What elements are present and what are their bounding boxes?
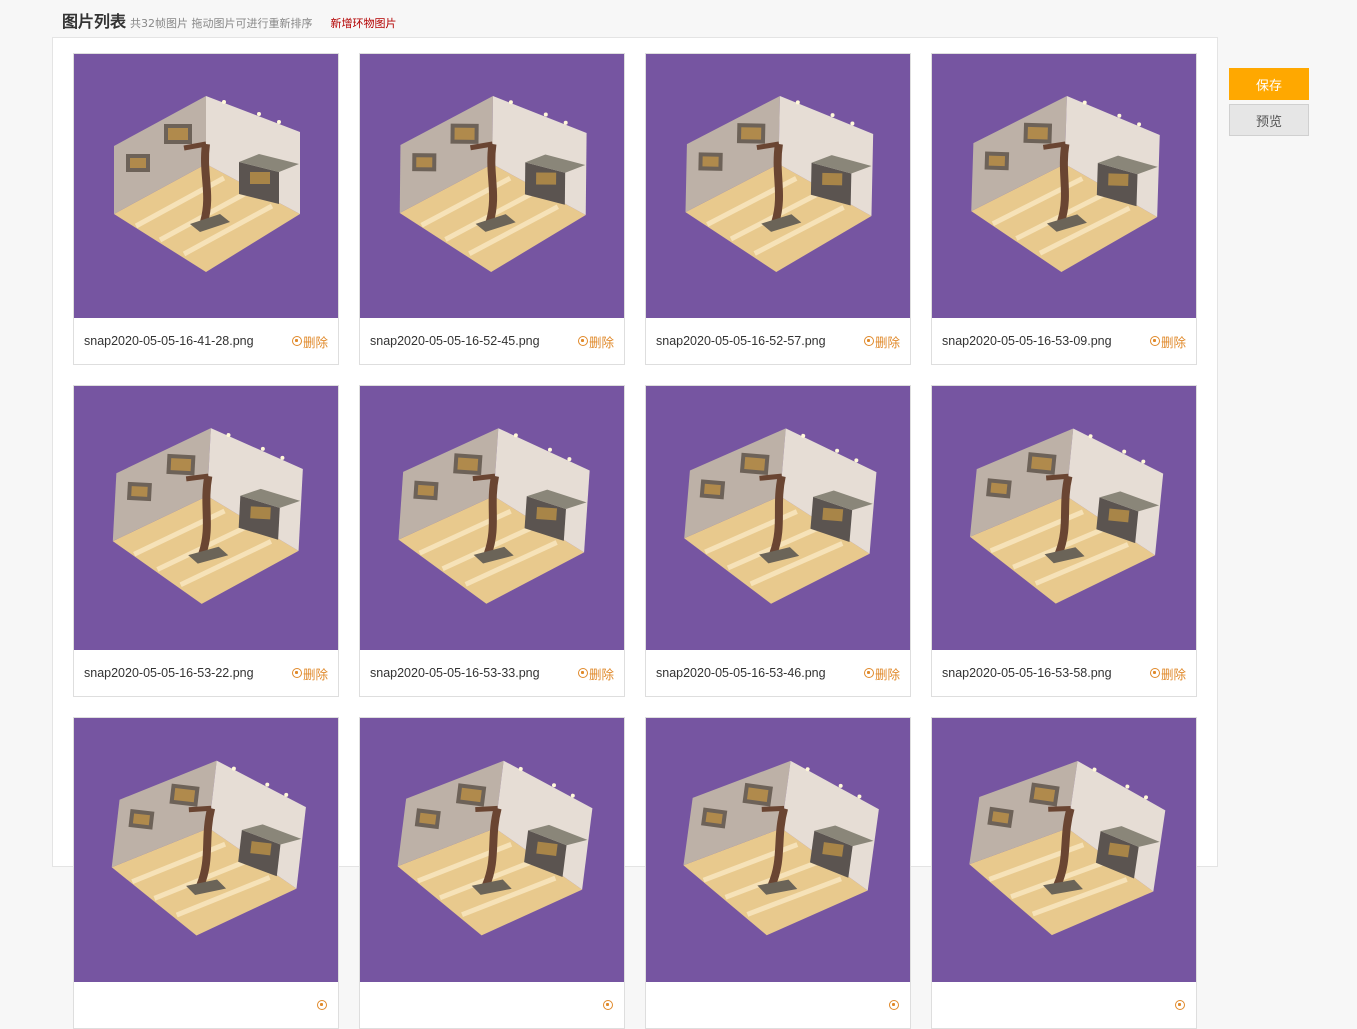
image-count-hint: 共32帧图片 拖动图片可进行重新排序 bbox=[130, 17, 313, 30]
delete-circle-icon bbox=[863, 668, 874, 678]
image-thumbnail[interactable] bbox=[646, 54, 910, 318]
image-filename: snap2020-05-05-16-52-57.png bbox=[656, 334, 826, 348]
room-render-image bbox=[114, 96, 300, 272]
room-render-image bbox=[398, 428, 590, 604]
image-card[interactable] bbox=[645, 717, 911, 1029]
delete-image-button[interactable]: 删除 bbox=[291, 664, 328, 683]
delete-circle-icon bbox=[1149, 336, 1160, 346]
delete-circle-icon bbox=[863, 336, 874, 346]
add-images-link[interactable]: 新增环物图片 bbox=[331, 15, 397, 31]
image-card[interactable] bbox=[359, 717, 625, 1029]
image-caption: snap2020-05-05-16-53-22.png 删除 bbox=[74, 650, 338, 696]
image-thumbnail[interactable] bbox=[360, 386, 624, 650]
delete-image-button[interactable] bbox=[1175, 1000, 1186, 1010]
delete-label: 删除 bbox=[1160, 334, 1186, 350]
room-render-image bbox=[112, 428, 303, 604]
delete-image-button[interactable] bbox=[889, 1000, 900, 1010]
delete-circle-icon bbox=[291, 336, 302, 346]
page-title: 图片列表 bbox=[62, 12, 127, 31]
delete-image-button[interactable] bbox=[317, 1000, 328, 1010]
image-filename: snap2020-05-05-16-53-33.png bbox=[370, 666, 540, 680]
image-list-panel: snap2020-05-05-16-41-28.png 删除 snap2020-… bbox=[52, 37, 1218, 1029]
image-filename: snap2020-05-05-16-53-22.png bbox=[84, 666, 254, 680]
image-caption bbox=[74, 982, 338, 1028]
image-caption: snap2020-05-05-16-53-09.png 删除 bbox=[932, 318, 1196, 364]
image-caption bbox=[360, 982, 624, 1028]
image-caption: snap2020-05-05-16-52-45.png 删除 bbox=[360, 318, 624, 364]
room-render-image bbox=[969, 428, 1164, 604]
image-card[interactable]: snap2020-05-05-16-52-57.png 删除 bbox=[645, 53, 911, 365]
image-caption: snap2020-05-05-16-53-46.png 删除 bbox=[646, 650, 910, 696]
image-grid: snap2020-05-05-16-41-28.png 删除 snap2020-… bbox=[73, 53, 1197, 1029]
image-caption bbox=[646, 982, 910, 1028]
image-card[interactable]: snap2020-05-05-16-52-45.png 删除 bbox=[359, 53, 625, 365]
image-thumbnail[interactable] bbox=[932, 718, 1196, 982]
delete-label: 删除 bbox=[588, 666, 614, 682]
page-header: 图片列表 共32帧图片 拖动图片可进行重新排序 新增环物图片 bbox=[62, 8, 397, 31]
image-card[interactable]: snap2020-05-05-16-41-28.png 删除 bbox=[73, 53, 339, 365]
delete-circle-icon bbox=[889, 1000, 899, 1010]
image-thumbnail[interactable] bbox=[932, 54, 1196, 318]
image-card[interactable]: snap2020-05-05-16-53-46.png 删除 bbox=[645, 385, 911, 697]
image-card[interactable]: snap2020-05-05-16-53-33.png 删除 bbox=[359, 385, 625, 697]
delete-circle-icon bbox=[1175, 1000, 1185, 1010]
room-render-image bbox=[684, 428, 877, 604]
image-thumbnail[interactable] bbox=[74, 386, 338, 650]
image-thumbnail[interactable] bbox=[74, 718, 338, 982]
room-render-image bbox=[685, 96, 874, 272]
image-caption: snap2020-05-05-16-53-33.png 删除 bbox=[360, 650, 624, 696]
room-render-image bbox=[399, 96, 587, 272]
save-button[interactable]: 保存 bbox=[1229, 68, 1309, 100]
image-thumbnail[interactable] bbox=[360, 54, 624, 318]
room-render-image bbox=[969, 760, 1166, 936]
image-caption: snap2020-05-05-16-41-28.png 删除 bbox=[74, 318, 338, 364]
delete-circle-icon bbox=[577, 668, 588, 678]
image-filename: snap2020-05-05-16-52-45.png bbox=[370, 334, 540, 348]
room-render-image bbox=[971, 96, 1160, 272]
image-filename: snap2020-05-05-16-53-58.png bbox=[942, 666, 1112, 680]
delete-circle-icon bbox=[291, 668, 302, 678]
delete-label: 删除 bbox=[874, 666, 900, 682]
delete-image-button[interactable]: 删除 bbox=[1149, 664, 1186, 683]
delete-image-button[interactable] bbox=[603, 1000, 614, 1010]
image-thumbnail[interactable] bbox=[646, 386, 910, 650]
delete-image-button[interactable]: 删除 bbox=[863, 332, 900, 351]
image-caption: snap2020-05-05-16-53-58.png 删除 bbox=[932, 650, 1196, 696]
image-card[interactable] bbox=[931, 717, 1197, 1029]
delete-image-button[interactable]: 删除 bbox=[577, 664, 614, 683]
room-render-image bbox=[683, 760, 879, 936]
delete-label: 删除 bbox=[302, 666, 328, 682]
delete-circle-icon bbox=[1149, 668, 1160, 678]
delete-circle-icon bbox=[603, 1000, 613, 1010]
delete-label: 删除 bbox=[588, 334, 614, 350]
image-thumbnail[interactable] bbox=[74, 54, 338, 318]
room-render-image bbox=[111, 760, 306, 936]
delete-image-button[interactable]: 删除 bbox=[1149, 332, 1186, 351]
delete-label: 删除 bbox=[1160, 666, 1186, 682]
delete-label: 删除 bbox=[874, 334, 900, 350]
image-card[interactable] bbox=[73, 717, 339, 1029]
delete-circle-icon bbox=[577, 336, 588, 346]
room-render-image bbox=[397, 760, 593, 936]
delete-image-button[interactable]: 删除 bbox=[291, 332, 328, 351]
image-card[interactable]: snap2020-05-05-16-53-22.png 删除 bbox=[73, 385, 339, 697]
image-caption bbox=[932, 982, 1196, 1028]
delete-image-button[interactable]: 删除 bbox=[577, 332, 614, 351]
delete-image-button[interactable]: 删除 bbox=[863, 664, 900, 683]
image-filename: snap2020-05-05-16-41-28.png bbox=[84, 334, 254, 348]
image-thumbnail[interactable] bbox=[932, 386, 1196, 650]
image-thumbnail[interactable] bbox=[360, 718, 624, 982]
delete-circle-icon bbox=[317, 1000, 327, 1010]
image-caption: snap2020-05-05-16-52-57.png 删除 bbox=[646, 318, 910, 364]
image-filename: snap2020-05-05-16-53-46.png bbox=[656, 666, 826, 680]
image-thumbnail[interactable] bbox=[646, 718, 910, 982]
preview-button[interactable]: 预览 bbox=[1229, 104, 1309, 136]
delete-label: 删除 bbox=[302, 334, 328, 350]
image-card[interactable]: snap2020-05-05-16-53-58.png 删除 bbox=[931, 385, 1197, 697]
image-card[interactable]: snap2020-05-05-16-53-09.png 删除 bbox=[931, 53, 1197, 365]
image-filename: snap2020-05-05-16-53-09.png bbox=[942, 334, 1112, 348]
